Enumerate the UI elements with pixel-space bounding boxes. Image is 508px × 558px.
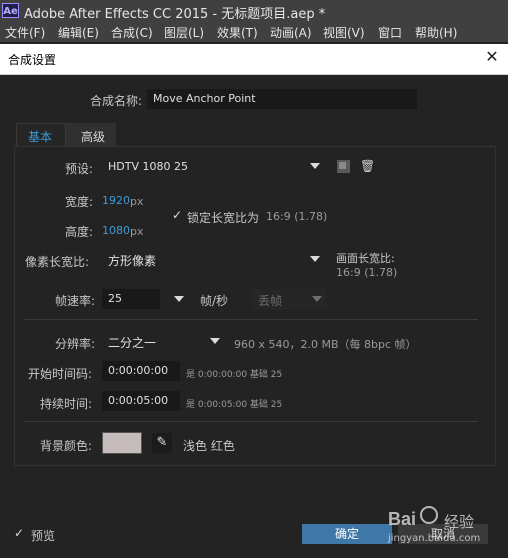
baidu-watermark: Bai 经验 jingyan.baidu.com: [388, 503, 500, 549]
ok-button[interactable]: 确定: [302, 524, 392, 544]
frame-aspect-label: 画面长宽比:: [336, 252, 395, 265]
menu-help[interactable]: 帮助(H): [415, 24, 457, 41]
preview-label: 预览: [31, 529, 56, 543]
frame-rate-unit: 帧/秒: [200, 294, 229, 308]
chevron-down-icon: [174, 296, 184, 302]
delete-preset-icon[interactable]: 🗑: [360, 159, 375, 173]
resolution-label: 分辨率:: [55, 337, 96, 351]
start-timecode-info: 是 0:00:00:00 基础 25: [186, 370, 283, 380]
preset-value: HDTV 1080 25: [108, 160, 188, 173]
after-effects-logo: Ae: [2, 3, 19, 18]
chevron-down-icon: [210, 338, 220, 344]
drop-frame-value: 丢帧: [258, 294, 283, 308]
baidu-jingyan-text: 经验: [444, 513, 475, 531]
duration-label: 持续时间:: [40, 397, 93, 411]
lock-ratio-checkbox[interactable]: ✓: [172, 208, 182, 222]
baidu-url: jingyan.baidu.com: [388, 533, 481, 544]
chevron-down-icon: [310, 256, 320, 262]
comp-name-input[interactable]: Move Anchor Point: [147, 89, 417, 109]
resolution-value: 二分之一: [108, 336, 157, 350]
paw-icon: [420, 506, 438, 524]
menu-window[interactable]: 窗口: [378, 24, 402, 41]
start-timecode-label: 开始时间码:: [28, 367, 93, 381]
drop-frame-dropdown[interactable]: 丢帧: [252, 289, 326, 309]
height-label: 高度:: [65, 225, 94, 239]
tab-advanced-label: 高级: [81, 130, 106, 144]
menu-effect[interactable]: 效果(T): [217, 24, 258, 41]
menu-layer[interactable]: 图层(L): [164, 24, 204, 41]
resolution-info: 960 x 540，2.0 MB（每 8bpc 帧）: [234, 338, 417, 351]
bg-color-name: 浅色 红色: [183, 439, 235, 453]
preview-checkbox[interactable]: ✓: [14, 526, 24, 540]
height-unit: px: [130, 225, 144, 238]
frame-rate-input[interactable]: 25: [102, 289, 160, 309]
pixel-aspect-label: 像素长宽比:: [25, 255, 90, 269]
divider: [24, 421, 478, 422]
close-icon[interactable]: ✕: [482, 47, 502, 67]
baidu-logo: Bai: [388, 509, 417, 529]
pixel-aspect-dropdown[interactable]: 方形像素: [102, 249, 324, 269]
save-preset-icon[interactable]: [337, 160, 350, 173]
divider: [24, 319, 478, 320]
start-timecode-input[interactable]: 0:00:00:00: [102, 361, 180, 381]
bg-color-swatch[interactable]: [102, 432, 142, 454]
frame-aspect-value: 16:9 (1.78): [336, 266, 398, 279]
height-value[interactable]: 1080: [102, 224, 130, 237]
frame-rate-dropdown[interactable]: [170, 289, 188, 309]
comp-name-label: 合成名称:: [90, 94, 143, 108]
width-label: 宽度:: [65, 195, 94, 209]
resolution-dropdown[interactable]: 二分之一: [102, 331, 224, 351]
width-unit: px: [130, 195, 144, 208]
chevron-down-icon: [312, 296, 322, 302]
menu-animation[interactable]: 动画(A): [270, 24, 312, 41]
dialog-header: [0, 44, 508, 75]
menu-edit[interactable]: 编辑(E): [58, 24, 99, 41]
duration-info: 是 0:00:05:00 基础 25: [186, 400, 283, 410]
lock-ratio-label: 锁定长宽比为: [187, 211, 260, 225]
chevron-down-icon: [310, 163, 320, 169]
frame-rate-label: 帧速率:: [55, 294, 96, 308]
preset-dropdown[interactable]: HDTV 1080 25: [102, 156, 324, 176]
menu-file[interactable]: 文件(F): [5, 24, 45, 41]
tab-basic-label: 基本: [28, 130, 53, 144]
lock-ratio-value: 16:9 (1.78): [266, 210, 328, 223]
preset-label: 预设:: [65, 162, 94, 176]
menu-view[interactable]: 视图(V): [323, 24, 365, 41]
eyedropper-icon[interactable]: ✎: [152, 433, 172, 453]
pixel-aspect-value: 方形像素: [108, 254, 157, 268]
app-title: Adobe After Effects CC 2015 - 无标题项目.aep …: [24, 7, 326, 22]
dialog-title: 合成设置: [8, 53, 57, 67]
bg-color-label: 背景颜色:: [40, 439, 93, 453]
menu-composition[interactable]: 合成(C): [111, 24, 153, 41]
duration-input[interactable]: 0:00:05:00: [102, 391, 180, 411]
width-value[interactable]: 1920: [102, 194, 130, 207]
